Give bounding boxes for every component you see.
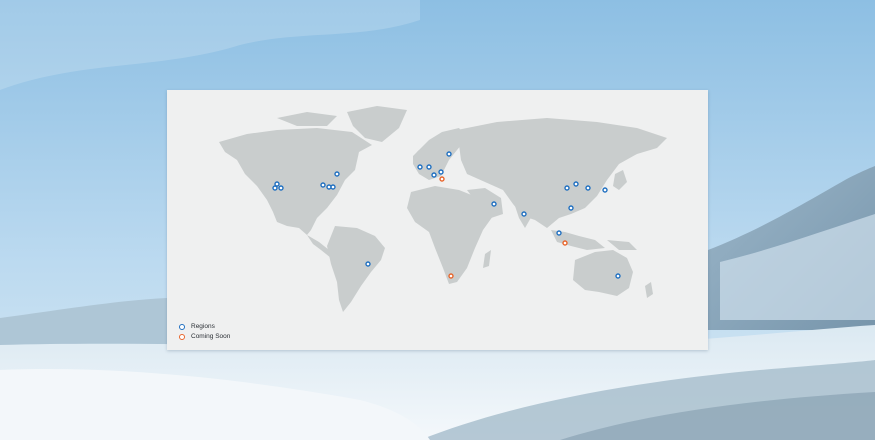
landmasses [219,106,667,312]
coming-soon-marker[interactable] [448,273,454,279]
world-map [219,106,667,312]
region-marker[interactable] [272,185,278,191]
region-marker[interactable] [278,185,284,191]
region-marker[interactable] [334,171,340,177]
coming-soon-marker[interactable] [562,240,568,246]
coming-soon-marker[interactable] [439,176,445,182]
region-marker[interactable] [573,181,579,187]
map-legend: Regions Coming Soon [179,322,230,342]
region-marker[interactable] [330,184,336,190]
region-marker[interactable] [556,230,562,236]
legend-regions-label: Regions [191,323,215,330]
legend-regions: Regions [179,322,230,332]
region-marker[interactable] [585,185,591,191]
region-marker[interactable] [564,185,570,191]
north-america [219,128,372,235]
region-marker[interactable] [365,261,371,267]
new-guinea [607,240,637,250]
global-infrastructure-map: Regions Coming Soon [167,90,708,350]
region-marker[interactable] [602,187,608,193]
region-marker[interactable] [568,205,574,211]
coming-soon-dot-icon [179,334,185,340]
legend-coming-soon: Coming Soon [179,332,230,342]
region-marker[interactable] [320,182,326,188]
region-marker[interactable] [615,273,621,279]
region-marker[interactable] [417,164,423,170]
japan [613,170,627,190]
region-marker[interactable] [438,169,444,175]
region-marker[interactable] [491,201,497,207]
region-dot-icon [179,324,185,330]
region-marker[interactable] [426,164,432,170]
arctic-islands [277,112,337,126]
new-zealand [645,282,653,298]
australia [573,250,633,296]
region-marker[interactable] [431,172,437,178]
region-marker[interactable] [521,211,527,217]
madagascar [483,250,491,268]
region-marker[interactable] [446,151,452,157]
legend-coming-soon-label: Coming Soon [191,333,231,340]
south-america [327,226,385,312]
